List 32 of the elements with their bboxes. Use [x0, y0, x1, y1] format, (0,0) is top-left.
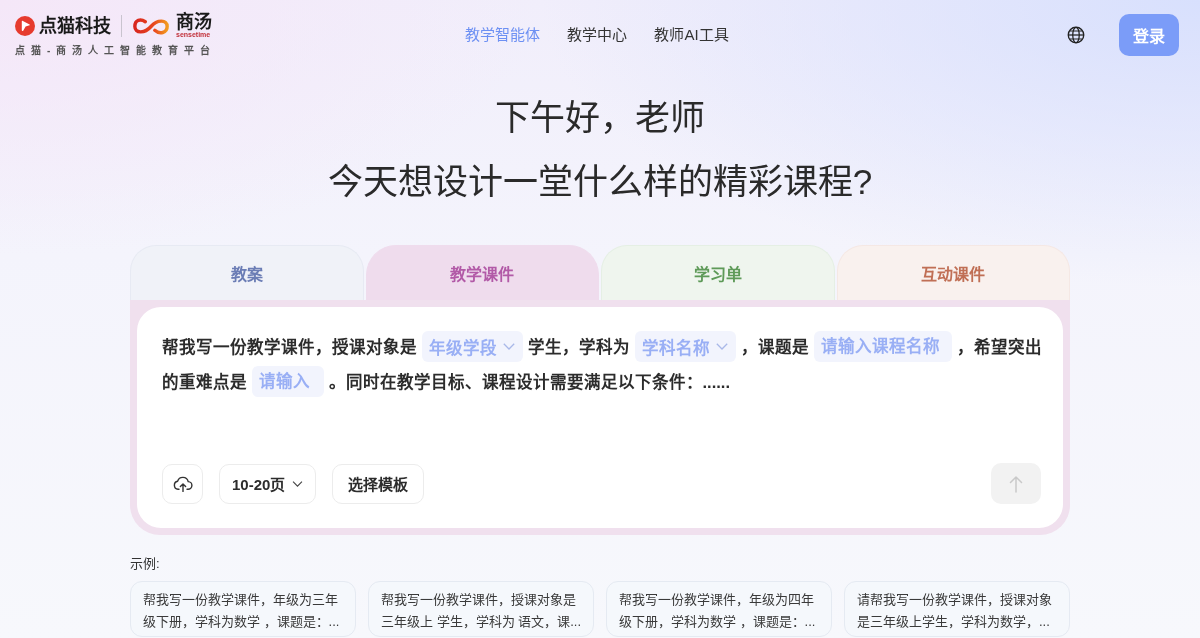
arrow-up-icon — [1009, 474, 1023, 493]
prompt-text: 。同时在教学目标、课程设计需要满足以下条件：...... — [328, 371, 730, 393]
page-range-dropdown[interactable]: 10-20页 — [219, 463, 317, 504]
examples-label: 示例: — [130, 555, 161, 572]
upload-button[interactable] — [162, 463, 203, 504]
prompt-text: ，希望突出 — [956, 336, 1042, 358]
chevron-down-icon — [292, 480, 304, 487]
greeting-heading: 今天想设计一堂什么样的精彩课程? — [326, 161, 874, 203]
example-card[interactable]: 帮我写一份教学课件，年级为四年级下册，学科为数学 ，课题是：... — [606, 581, 832, 637]
globe-icon[interactable] — [1067, 26, 1085, 44]
text-input[interactable]: 请输入课程名称 — [814, 331, 952, 362]
text-input[interactable]: 请输入 — [252, 366, 324, 397]
tab[interactable]: 教案 — [130, 245, 364, 300]
swirl-logo-icon — [132, 16, 170, 36]
example-card[interactable]: 帮我写一份教学课件，年级为三年级下册，学科为数学 ，课题是：... — [130, 581, 356, 637]
partner-name: 商汤 — [176, 13, 212, 31]
chevron-down-icon — [716, 343, 728, 350]
nav-link[interactable]: 教师AI工具 — [654, 25, 729, 45]
template-button[interactable]: 选择模板 — [332, 463, 425, 504]
prompt-text: 帮我写一份教学课件，授课对象是 — [162, 336, 417, 358]
brand-name: 点猫科技 — [39, 15, 111, 37]
prompt-text: 学生，学科为 — [528, 336, 630, 358]
prompt-text: ，课题是 — [741, 336, 809, 358]
example-card[interactable]: 帮我写一份教学课件，授课对象是三年级上 学生，学科为 语文，课... — [368, 581, 594, 637]
greeting-heading: 下午好，老师 — [494, 97, 706, 139]
chevron-down-icon — [503, 343, 515, 350]
nav-link[interactable]: 教学中心 — [567, 25, 628, 45]
play-logo-icon — [15, 16, 35, 36]
cloud-upload-icon — [172, 475, 193, 492]
example-card[interactable]: 请帮我写一份教学课件，授课对象是三年级上学生，学科为数学，... — [844, 581, 1070, 637]
platform-tagline: 点猫-商汤人工智能教育平台 — [15, 45, 217, 57]
prompt-text: 的重难点是 — [162, 371, 247, 393]
